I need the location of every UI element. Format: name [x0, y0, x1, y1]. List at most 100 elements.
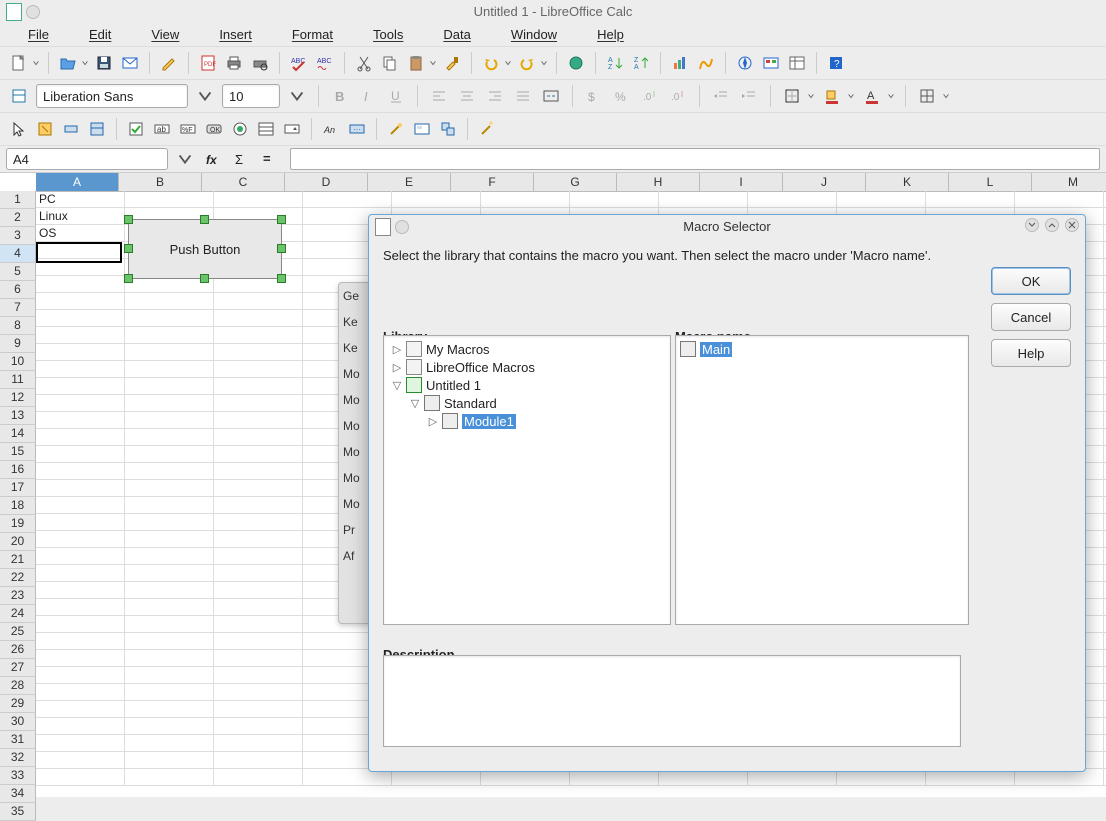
cell[interactable] [392, 191, 481, 208]
name-box[interactable]: A4 [6, 148, 168, 170]
cell[interactable] [125, 684, 214, 701]
control-icon[interactable] [60, 118, 82, 140]
cell[interactable] [125, 599, 214, 616]
col-header[interactable]: L [949, 173, 1032, 191]
percent-icon[interactable]: % [611, 85, 633, 107]
cell[interactable] [125, 378, 214, 395]
row-header[interactable]: 5 [0, 263, 36, 281]
cell[interactable] [36, 718, 125, 735]
dropdown-icon[interactable] [887, 92, 895, 100]
row-header[interactable]: 8 [0, 317, 36, 335]
cell[interactable] [36, 667, 125, 684]
row-header[interactable]: 7 [0, 299, 36, 317]
row-header[interactable]: 33 [0, 767, 36, 785]
cell[interactable] [36, 769, 125, 786]
cell[interactable] [125, 701, 214, 718]
cell[interactable] [214, 480, 303, 497]
resize-handle[interactable] [200, 215, 209, 224]
autospell-icon[interactable]: ABC [314, 52, 336, 74]
resize-handle[interactable] [124, 215, 133, 224]
dropdown-icon[interactable] [807, 92, 815, 100]
cell[interactable] [125, 582, 214, 599]
cell[interactable] [36, 446, 125, 463]
bgcolor-icon[interactable] [821, 85, 843, 107]
expand-icon[interactable]: ▷ [392, 343, 402, 356]
cell[interactable] [214, 395, 303, 412]
cell[interactable] [214, 565, 303, 582]
wizard-toggle-icon[interactable] [476, 118, 498, 140]
cell[interactable] [125, 395, 214, 412]
activation-order-icon[interactable] [437, 118, 459, 140]
open-icon[interactable] [57, 52, 79, 74]
cell[interactable] [125, 531, 214, 548]
redo-icon[interactable] [516, 52, 538, 74]
row-header[interactable]: 32 [0, 749, 36, 767]
cell[interactable] [1015, 191, 1104, 208]
align-justify-icon[interactable] [512, 85, 534, 107]
cell[interactable] [125, 310, 214, 327]
col-header[interactable]: F [451, 173, 534, 191]
cell[interactable] [36, 480, 125, 497]
cell[interactable] [36, 378, 125, 395]
cell[interactable] [214, 701, 303, 718]
cell[interactable] [125, 412, 214, 429]
cell[interactable] [36, 412, 125, 429]
chevron-down-icon[interactable] [194, 85, 216, 107]
cell[interactable] [214, 548, 303, 565]
resize-handle[interactable] [277, 274, 286, 283]
copy-icon[interactable] [379, 52, 401, 74]
expand-icon[interactable]: ▷ [428, 415, 438, 428]
equals-icon[interactable]: = [258, 148, 280, 170]
print-icon[interactable] [223, 52, 245, 74]
cell[interactable] [214, 361, 303, 378]
cell[interactable] [214, 735, 303, 752]
cell[interactable] [36, 548, 125, 565]
undo-icon[interactable] [480, 52, 502, 74]
cell[interactable] [125, 293, 214, 310]
menu-view[interactable]: View [131, 23, 199, 46]
hyperlink-icon[interactable] [565, 52, 587, 74]
col-header[interactable]: K [866, 173, 949, 191]
cell[interactable] [125, 514, 214, 531]
cell[interactable] [214, 616, 303, 633]
cell[interactable] [36, 633, 125, 650]
row-header[interactable]: 23 [0, 587, 36, 605]
font-size-combo[interactable]: 10 [222, 84, 280, 108]
cell[interactable] [36, 616, 125, 633]
email-icon[interactable] [119, 52, 141, 74]
window-control[interactable] [395, 220, 409, 234]
cell[interactable] [125, 344, 214, 361]
menu-help[interactable]: Help [577, 23, 644, 46]
row-header[interactable]: 34 [0, 785, 36, 803]
cell[interactable] [214, 310, 303, 327]
col-header[interactable]: D [285, 173, 368, 191]
combobox-icon[interactable] [281, 118, 303, 140]
row-header[interactable]: 25 [0, 623, 36, 641]
grid-icon[interactable] [916, 85, 938, 107]
dropdown-icon[interactable] [81, 59, 89, 67]
resize-handle[interactable] [200, 274, 209, 283]
cell[interactable] [214, 531, 303, 548]
cell[interactable] [214, 344, 303, 361]
row-header[interactable]: 3 [0, 227, 36, 245]
col-header[interactable]: J [783, 173, 866, 191]
spellcheck-icon[interactable]: ABC [288, 52, 310, 74]
ok-button[interactable]: OK [991, 267, 1071, 295]
cell[interactable] [125, 548, 214, 565]
cell[interactable]: PC [36, 191, 125, 208]
cell[interactable] [125, 446, 214, 463]
cell[interactable] [125, 735, 214, 752]
listbox-icon[interactable] [255, 118, 277, 140]
row-header[interactable]: 12 [0, 389, 36, 407]
decimal-add-icon[interactable]: .0 [639, 85, 661, 107]
cell[interactable] [36, 259, 125, 276]
cell[interactable] [36, 701, 125, 718]
col-header[interactable]: C [202, 173, 285, 191]
styles-icon[interactable] [8, 85, 30, 107]
col-header[interactable]: H [617, 173, 700, 191]
cell[interactable] [125, 616, 214, 633]
row-header[interactable]: 20 [0, 533, 36, 551]
tree-item[interactable]: Untitled 1 [426, 378, 481, 393]
cell[interactable] [214, 378, 303, 395]
row-header[interactable]: 10 [0, 353, 36, 371]
